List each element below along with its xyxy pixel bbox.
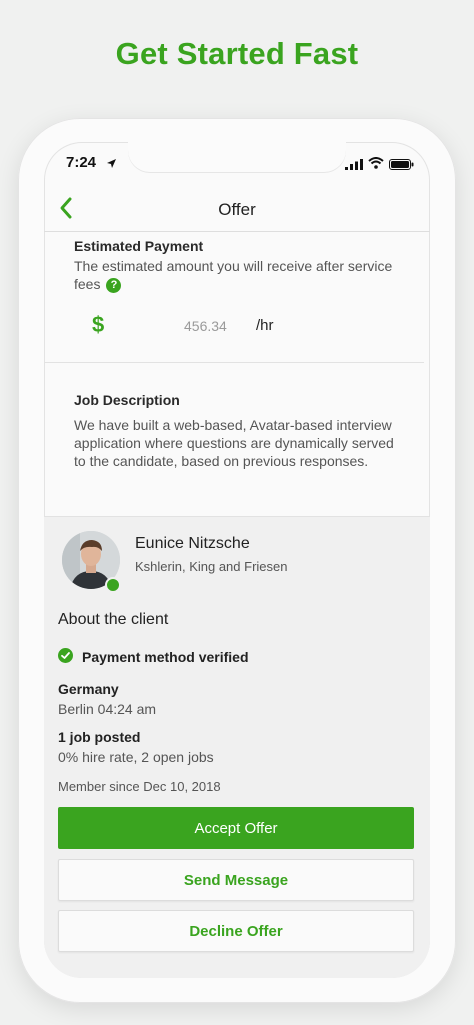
hourly-rate-row: $ 456.34 /hr [92,312,392,340]
send-message-button[interactable]: Send Message [58,859,414,901]
about-client-heading: About the client [58,611,169,628]
job-description-heading: Job Description [74,392,180,408]
client-company: Kshlerin, King and Friesen [135,559,288,574]
navigation-bar: Offer [44,186,430,232]
client-hire-stats: 0% hire rate, 2 open jobs [58,749,214,765]
battery-icon [389,157,414,175]
rate-unit: /hr [256,317,274,334]
client-jobs-posted: 1 job posted [58,729,141,745]
job-description-text: We have built a web-based, Avatar-based … [74,417,394,469]
estimated-payment-section: Estimated Payment The estimated amount y… [74,238,414,293]
online-status-indicator [105,577,121,593]
cellular-signal-icon [345,157,363,175]
client-name: Eunice Nitzsche [135,535,250,552]
client-local-time: Berlin 04:24 am [58,701,157,717]
status-time: 7:24 [66,154,97,171]
estimated-payment-description: The estimated amount you will receive af… [74,258,393,292]
client-member-since: Member since Dec 10, 2018 [58,779,221,794]
currency-symbol: $ [92,312,105,337]
page-title: Offer [218,200,256,219]
verified-check-icon [58,648,73,668]
location-arrow-icon [106,156,117,174]
accept-offer-button[interactable]: Accept Offer [58,807,414,849]
status-bar: 7:24 [44,154,430,174]
phone-screen: 7:24 Offer Estimated Payment The estimat… [44,142,430,978]
section-divider [44,362,424,363]
promo-headline: Get Started Fast [115,36,359,71]
client-section: Eunice Nitzsche Kshlerin, King and Fries… [44,517,430,978]
estimated-payment-heading: Estimated Payment [74,238,204,254]
job-description-section: Job Description We have built a web-base… [74,392,404,470]
help-icon[interactable]: ? [106,277,122,293]
wifi-icon [368,156,384,174]
rate-amount: 456.34 [184,318,227,334]
payment-verified-label: Payment method verified [82,649,249,665]
client-country: Germany [58,681,119,697]
decline-offer-button[interactable]: Decline Offer [58,910,414,952]
